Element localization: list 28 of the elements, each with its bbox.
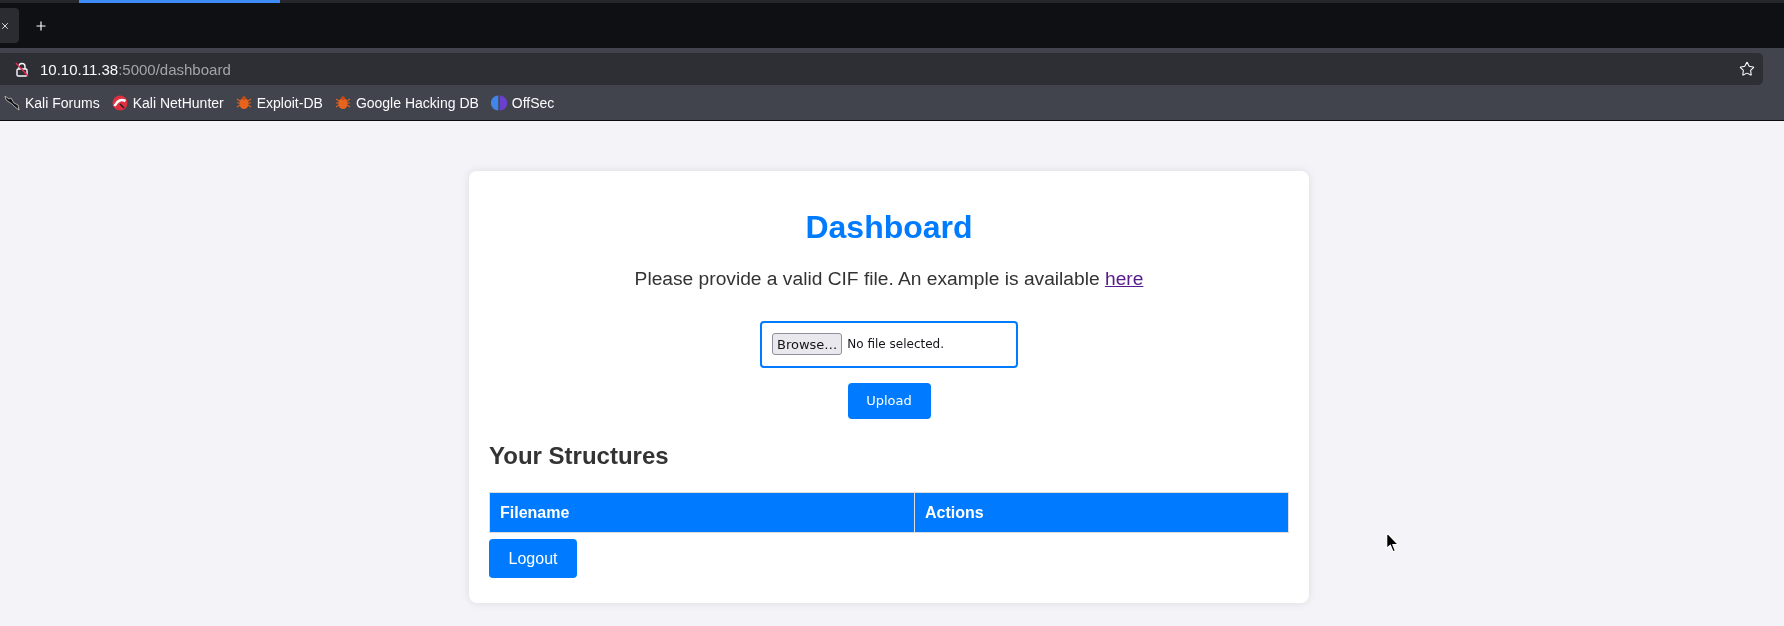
page-title: Dashboard: [804, 209, 974, 246]
browse-button[interactable]: Browse…: [772, 333, 843, 356]
crossed-lock-icon[interactable]: [15, 61, 29, 77]
swoosh-circle-icon: [111, 94, 128, 111]
dragon-icon: [4, 94, 20, 111]
section-heading: Your Structures: [489, 441, 670, 470]
file-status-text: No file selected.: [847, 337, 945, 352]
bug-icon: [334, 95, 351, 110]
bug-icon: [235, 95, 252, 110]
upload-button[interactable]: Upload: [847, 382, 931, 419]
plus-icon[interactable]: [34, 18, 48, 33]
file-input[interactable]: Browse… No file selected.: [760, 320, 1018, 368]
split-circle-icon: [490, 94, 507, 111]
bookmark-item[interactable]: OffSec: [490, 94, 555, 111]
instructions-text: Please provide a valid CIF file. An example is available here: [633, 267, 1145, 290]
close-icon[interactable]: [0, 20, 10, 31]
bookmark-item[interactable]: Google Hacking DB: [334, 94, 479, 111]
bookmark-item[interactable]: Kali NetHunter: [111, 94, 224, 111]
bookmark-star-icon[interactable]: [1739, 61, 1755, 77]
bookmark-item[interactable]: Kali Forums: [4, 94, 100, 111]
table-header-cell: Actions: [914, 492, 1289, 533]
example-link[interactable]: here: [1104, 267, 1144, 289]
table-header-cell: Filename: [489, 492, 915, 533]
logout-button[interactable]: Logout: [489, 539, 577, 579]
bookmark-item[interactable]: Exploit-DB: [235, 94, 323, 111]
address-field[interactable]: 10.10.11.38:5000/dashboard: [0, 53, 1763, 85]
mouse-pointer-icon: [1386, 532, 1399, 553]
url-text[interactable]: 10.10.11.38:5000/dashboard: [40, 60, 1728, 78]
